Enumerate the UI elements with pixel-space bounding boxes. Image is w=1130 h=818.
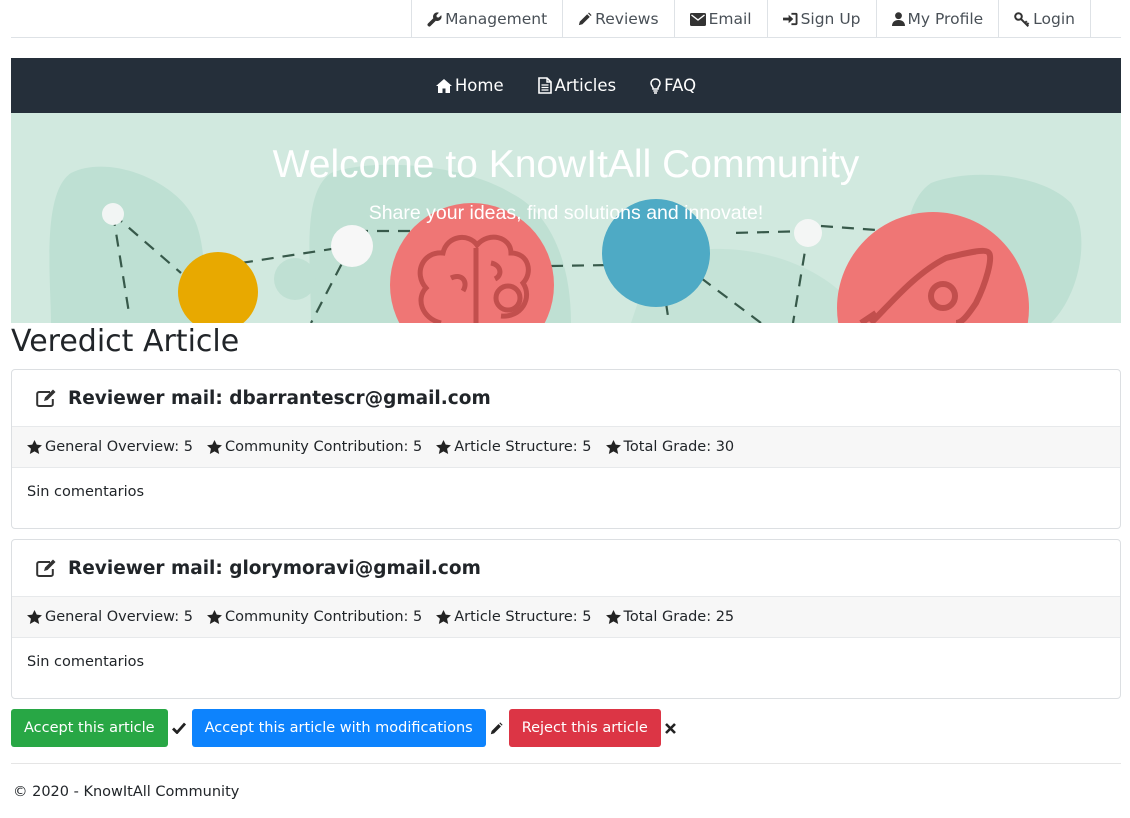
top-navbar: Management Reviews Email Sign Up My Prof… [11,0,1121,38]
grade-general-overview: General Overview: 5 [27,439,193,455]
pencil-icon [578,12,592,26]
accept-article-button[interactable]: Accept this article [11,709,168,747]
nav-articles[interactable]: Articles [537,76,617,95]
edit-icon [36,389,58,407]
grade-text: Article Structure: 5 [454,609,592,625]
edit-icon [36,559,58,577]
nav-articles-label: Articles [554,76,617,95]
star-icon [436,610,452,624]
lightbulb-icon [650,77,661,94]
nav-home-label: Home [454,76,504,95]
star-icon [605,440,621,454]
nav-faq-label: FAQ [664,76,697,95]
grade-text: Total Grade: 30 [623,439,735,455]
star-icon [436,440,452,454]
review-card-header: Reviewer mail: dbarrantescr@gmail.com [12,370,1120,427]
grade-general-overview: General Overview: 5 [27,609,193,625]
review-grades: General Overview: 5 Community Contributi… [12,427,1120,468]
grade-text: General Overview: 5 [45,439,193,455]
nav-reviews-label: Reviews [595,10,659,28]
review-comment: Sin comentarios [27,654,145,670]
grade-total: Total Grade: 25 [605,609,735,625]
star-icon [27,610,42,624]
hero-subtitle: Share your ideas, find solutions and inn… [368,202,764,224]
accept-with-modifications-button[interactable]: Accept this article with modifications [191,709,486,747]
reviewer-mail: Reviewer mail: glorymoravi@gmail.com [68,557,481,579]
pencil-icon [490,721,503,735]
nav-home[interactable]: Home [435,76,504,95]
nav-login-label: Login [1033,10,1075,28]
home-icon [435,78,452,93]
star-icon [27,440,42,454]
nav-login[interactable]: Login [998,0,1091,38]
star-icon [605,610,621,624]
nav-my-profile[interactable]: My Profile [875,0,999,38]
nav-faq[interactable]: FAQ [650,76,696,95]
nav-management-label: Management [445,10,548,28]
review-card-header: Reviewer mail: glorymoravi@gmail.com [12,540,1120,597]
star-icon [206,440,222,454]
nav-management[interactable]: Management [411,0,562,38]
grade-text: Community Contribution: 5 [224,609,423,625]
close-icon [664,722,676,734]
page-title: Veredict Article [11,324,240,359]
review-comment: Sin comentarios [27,484,145,500]
grade-community-contribution: Community Contribution: 5 [206,609,423,625]
hero-title: Welcome to KnowItAll Community [272,143,860,186]
envelope-icon [689,12,706,26]
grade-total: Total Grade: 30 [605,439,735,455]
footer-divider [11,763,1121,764]
sign-in-icon [782,12,798,26]
user-icon [891,12,905,26]
file-text-icon [537,77,552,94]
nav-reviews[interactable]: Reviews [562,0,673,38]
grade-text: General Overview: 5 [45,609,193,625]
review-grades: General Overview: 5 Community Contributi… [12,597,1120,638]
nav-signup[interactable]: Sign Up [766,0,876,38]
reviewer-mail: Reviewer mail: dbarrantescr@gmail.com [68,387,491,409]
main-navbar: Home Articles FAQ [11,58,1121,113]
grade-text: Article Structure: 5 [454,439,592,455]
grade-article-structure: Article Structure: 5 [436,439,592,455]
review-card: Reviewer mail: glorymoravi@gmail.com Gen… [11,539,1121,699]
star-icon [206,610,222,624]
nav-email[interactable]: Email [673,0,767,38]
wrench-icon [427,11,442,27]
nav-email-label: Email [708,10,752,28]
nav-my-profile-label: My Profile [907,10,984,28]
verdict-actions: Accept this article Accept this article … [11,709,682,747]
grade-text: Total Grade: 25 [623,609,735,625]
nav-signup-label: Sign Up [800,10,861,28]
check-icon [171,722,186,734]
grade-text: Community Contribution: 5 [224,439,423,455]
reject-article-button[interactable]: Reject this article [508,709,661,747]
grade-community-contribution: Community Contribution: 5 [206,439,423,455]
review-card: Reviewer mail: dbarrantescr@gmail.com Ge… [11,369,1121,529]
hero-banner: Welcome to KnowItAll Community Share you… [11,113,1121,323]
key-icon [1014,11,1030,27]
footer-copyright: © 2020 - KnowItAll Community [13,784,240,800]
grade-article-structure: Article Structure: 5 [436,609,592,625]
